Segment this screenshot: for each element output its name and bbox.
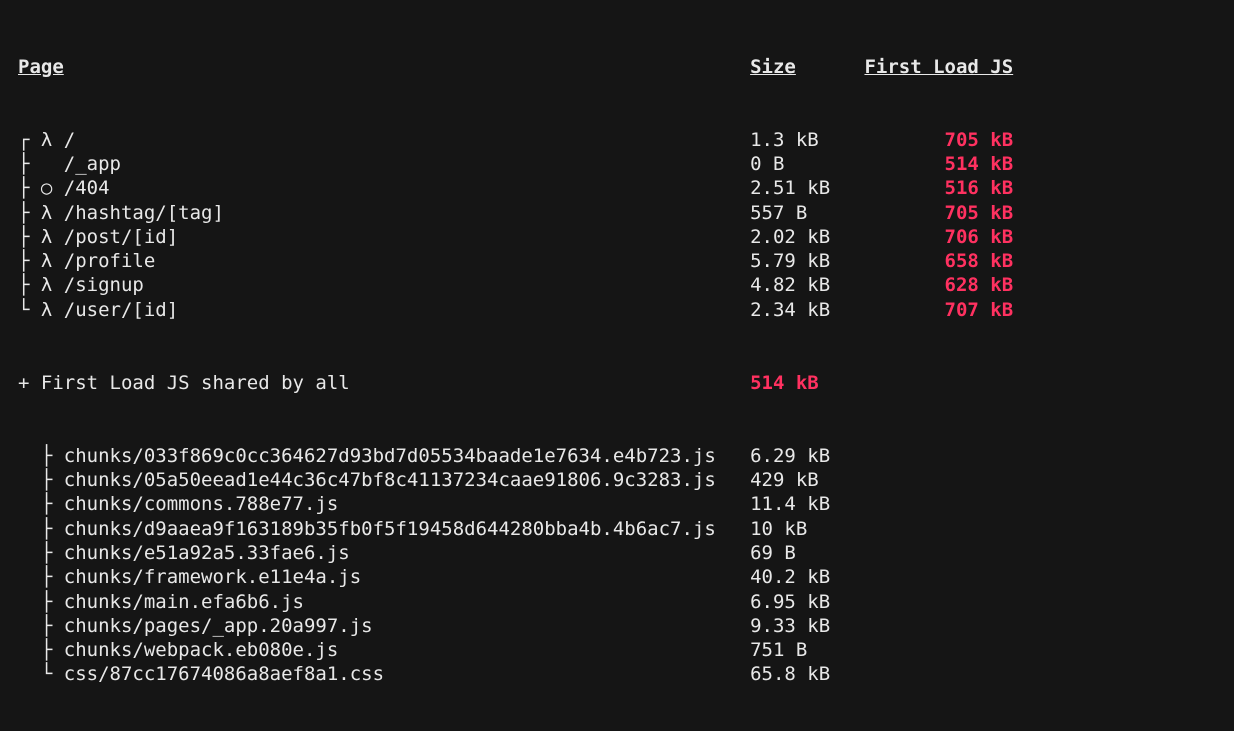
chunk-file: css/87cc17674086a8aef8a1.css: [64, 663, 384, 685]
chunk-size: 429 kB: [750, 469, 819, 491]
chunk-file: chunks/main.efa6b6.js: [64, 591, 304, 613]
tree-prefix: ├: [18, 153, 64, 175]
chunk-row: └ css/87cc17674086a8aef8a1.css 65.8 kB: [18, 662, 1234, 686]
route-path: /404: [64, 177, 110, 199]
tree-prefix: ├: [18, 493, 64, 515]
tree-prefix: ├: [18, 566, 64, 588]
chunk-size: 11.4 kB: [750, 493, 830, 515]
chunk-row: ├ chunks/webpack.eb080e.js 751 B: [18, 638, 1234, 662]
route-size: 1.3 kB: [750, 129, 819, 151]
tree-prefix: ├: [18, 542, 64, 564]
chunk-file: chunks/033f869c0cc364627d93bd7d05534baad…: [64, 445, 716, 467]
tree-prefix: ├: [18, 615, 64, 637]
chunk-size: 6.95 kB: [750, 591, 830, 613]
tree-prefix: └: [18, 663, 64, 685]
tree-prefix: ├: [18, 469, 64, 491]
tree-prefix: └ λ: [18, 299, 64, 321]
route-size: 5.79 kB: [750, 250, 830, 272]
tree-prefix: ├: [18, 591, 64, 613]
chunk-file: chunks/e51a92a5.33fae6.js: [64, 542, 350, 564]
chunk-row: ├ chunks/05a50eead1e44c36c47bf8c41137234…: [18, 468, 1234, 492]
chunk-file: chunks/webpack.eb080e.js: [64, 639, 339, 661]
route-size: 2.51 kB: [750, 177, 830, 199]
route-path: /user/[id]: [64, 299, 178, 321]
route-row: └ λ /user/[id] 2.34 kB 707 kB: [18, 298, 1234, 322]
route-row: ├ /_app 0 B 514 kB: [18, 152, 1234, 176]
route-path: /hashtag/[tag]: [64, 202, 224, 224]
header-first-load: First Load JS: [864, 56, 1013, 78]
route-first-load: 707 kB: [945, 299, 1014, 321]
route-row: ├ ○ /404 2.51 kB 516 kB: [18, 176, 1234, 200]
chunk-file: chunks/d9aaea9f163189b35fb0f5f19458d6442…: [64, 518, 716, 540]
route-first-load: 705 kB: [945, 129, 1014, 151]
chunk-size: 65.8 kB: [750, 663, 830, 685]
chunk-row: ├ chunks/main.efa6b6.js 6.95 kB: [18, 590, 1234, 614]
chunk-size: 6.29 kB: [750, 445, 830, 467]
tree-prefix: ├ λ: [18, 226, 64, 248]
tree-prefix: ┌ λ: [18, 129, 64, 151]
chunk-row: ├ chunks/033f869c0cc364627d93bd7d05534ba…: [18, 444, 1234, 468]
route-first-load: 705 kB: [945, 202, 1014, 224]
tree-prefix: ├ λ: [18, 250, 64, 272]
route-first-load: 516 kB: [945, 177, 1014, 199]
route-size: 0 B: [750, 153, 784, 175]
chunk-size: 69 B: [750, 542, 796, 564]
tree-prefix: ├ λ: [18, 274, 64, 296]
route-path: /_app: [64, 153, 121, 175]
build-output: PageSizeFirst Load JS ┌ λ /1.3 kB705 kB├…: [0, 0, 1234, 731]
chunk-file: chunks/commons.788e77.js: [64, 493, 339, 515]
route-first-load: 628 kB: [945, 274, 1014, 296]
route-path: /: [64, 129, 75, 151]
chunk-row: ├ chunks/pages/_app.20a997.js 9.33 kB: [18, 614, 1234, 638]
chunk-row: ├ chunks/commons.788e77.js 11.4 kB: [18, 492, 1234, 516]
route-row: ┌ λ / 1.3 kB 705 kB: [18, 128, 1234, 152]
chunk-size: 751 B: [750, 639, 807, 661]
shared-label: First Load JS shared by all: [41, 372, 350, 394]
tree-prefix: ├: [18, 518, 64, 540]
chunk-row: ├ chunks/d9aaea9f163189b35fb0f5f19458d64…: [18, 517, 1234, 541]
route-row: ├ λ /signup 4.82 kB 628 kB: [18, 273, 1234, 297]
header-row: Page Size First Load JS: [18, 55, 1234, 79]
tree-prefix: ├: [18, 639, 64, 661]
tree-prefix: ├ ○: [18, 177, 64, 199]
route-first-load: 514 kB: [945, 153, 1014, 175]
route-path: /profile: [64, 250, 156, 272]
tree-prefix: ├: [18, 445, 64, 467]
route-size: 4.82 kB: [750, 274, 830, 296]
route-row: ├ λ /hashtag/[tag] 557 B 705 kB: [18, 201, 1234, 225]
route-size: 2.02 kB: [750, 226, 830, 248]
shared-prefix: +: [18, 372, 41, 394]
route-row: ├ λ /profile 5.79 kB 658 kB: [18, 249, 1234, 273]
chunk-size: 10 kB: [750, 518, 807, 540]
chunk-file: chunks/05a50eead1e44c36c47bf8c41137234ca…: [64, 469, 716, 491]
tree-prefix: ├ λ: [18, 202, 64, 224]
route-path: /post/[id]: [64, 226, 178, 248]
chunk-row: ├ chunks/framework.e11e4a.js 40.2 kB: [18, 565, 1234, 589]
route-first-load: 658 kB: [945, 250, 1014, 272]
chunk-size: 9.33 kB: [750, 615, 830, 637]
chunk-file: chunks/framework.e11e4a.js: [64, 566, 361, 588]
shared-header-row: + First Load JS shared by all 514 kB: [18, 371, 1234, 395]
header-size: Size: [750, 56, 796, 78]
route-size: 557 B: [750, 202, 807, 224]
route-size: 2.34 kB: [750, 299, 830, 321]
header-page: Page: [18, 56, 64, 78]
route-path: /signup: [64, 274, 144, 296]
chunk-size: 40.2 kB: [750, 566, 830, 588]
route-first-load: 706 kB: [945, 226, 1014, 248]
shared-size: 514 kB: [750, 372, 819, 394]
route-row: ├ λ /post/[id] 2.02 kB 706 kB: [18, 225, 1234, 249]
chunk-row: ├ chunks/e51a92a5.33fae6.js 69 B: [18, 541, 1234, 565]
chunk-file: chunks/pages/_app.20a997.js: [64, 615, 373, 637]
